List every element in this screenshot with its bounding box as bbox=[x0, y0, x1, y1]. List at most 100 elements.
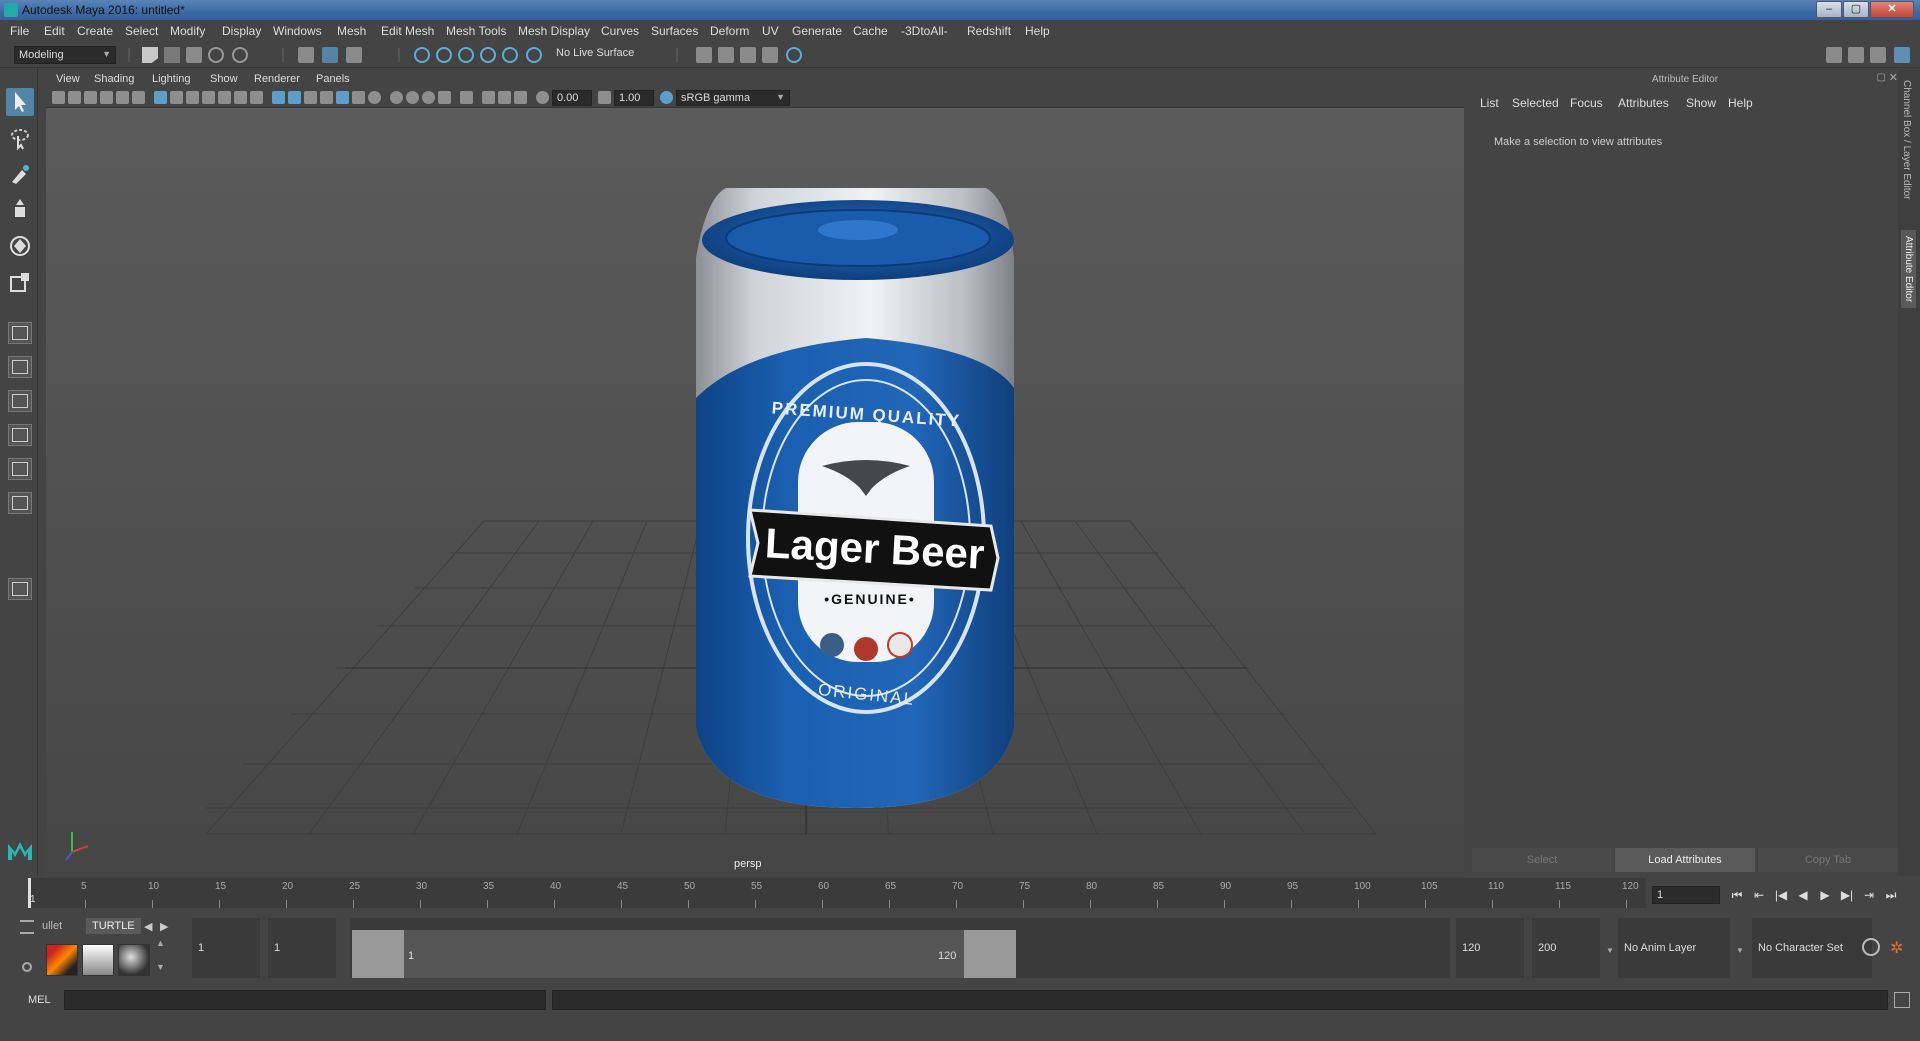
ipr-render-icon[interactable] bbox=[740, 47, 756, 63]
animation-end-field[interactable]: 200 bbox=[1532, 918, 1600, 978]
menu-deform[interactable]: Deform bbox=[710, 24, 749, 38]
snap-curve-icon[interactable] bbox=[436, 47, 452, 63]
collapse-layout-icon[interactable] bbox=[8, 578, 32, 600]
snap-grid-icon[interactable] bbox=[414, 47, 430, 63]
go-to-start-icon[interactable]: ⏮ bbox=[1728, 886, 1746, 904]
menu-cache[interactable]: Cache bbox=[853, 24, 888, 38]
render-view-icon[interactable] bbox=[696, 47, 712, 63]
menu-modify[interactable]: Modify bbox=[170, 24, 205, 38]
shelf-settings-icon[interactable] bbox=[22, 962, 32, 972]
move-tool-icon[interactable] bbox=[6, 196, 34, 224]
snap-plane-icon[interactable] bbox=[480, 47, 496, 63]
go-to-end-icon[interactable]: ⏭ bbox=[1882, 886, 1900, 904]
menu-redshift[interactable]: Redshift bbox=[967, 24, 1011, 38]
image-plane-icon[interactable] bbox=[100, 91, 113, 104]
wireframe-icon[interactable] bbox=[272, 91, 285, 104]
time-slider-track[interactable]: 1 5 10 15 20 25 30 35 40 45 50 55 60 65 … bbox=[28, 878, 1646, 908]
undo-icon[interactable] bbox=[208, 47, 224, 63]
command-input[interactable] bbox=[64, 990, 546, 1010]
menu-windows[interactable]: Windows bbox=[273, 24, 322, 38]
shelf-scroll-down-icon[interactable]: ▼ bbox=[156, 962, 165, 972]
menu-mesh[interactable]: Mesh bbox=[337, 24, 366, 38]
step-forward-key-icon[interactable]: ⇥ bbox=[1860, 886, 1878, 904]
copy-tab-button[interactable]: Copy Tab bbox=[1758, 848, 1898, 872]
gamma-icon[interactable] bbox=[598, 91, 611, 104]
xray-components-icon[interactable] bbox=[514, 91, 527, 104]
panel-float-icon[interactable]: ▢ bbox=[1877, 72, 1886, 83]
shelf-tab-turtle[interactable]: TURTLE bbox=[86, 918, 141, 934]
shelf-tab-prev-icon[interactable]: ◀ bbox=[144, 920, 152, 933]
range-slider-handle[interactable] bbox=[352, 930, 1016, 978]
field-chart-icon[interactable] bbox=[218, 91, 231, 104]
range-end-handle[interactable] bbox=[964, 930, 1016, 978]
resolution-gate-icon[interactable] bbox=[186, 91, 199, 104]
select-object-icon[interactable] bbox=[322, 47, 338, 63]
select-hierarchy-icon[interactable] bbox=[298, 47, 314, 63]
safe-action-icon[interactable] bbox=[234, 91, 247, 104]
minimize-button[interactable]: – bbox=[1816, 1, 1842, 18]
menu-create[interactable]: Create bbox=[77, 24, 113, 38]
shelf-scroll-up-icon[interactable]: ▲ bbox=[156, 938, 165, 948]
render-frame-icon[interactable] bbox=[718, 47, 734, 63]
menu-surfaces[interactable]: Surfaces bbox=[651, 24, 698, 38]
depth-of-field-icon[interactable] bbox=[438, 91, 451, 104]
menu-generate[interactable]: Generate bbox=[792, 24, 842, 38]
use-all-lights-icon[interactable] bbox=[352, 91, 365, 104]
current-frame-field[interactable]: 1 bbox=[1652, 886, 1720, 904]
persp-outliner-layout-icon[interactable] bbox=[8, 390, 32, 412]
safe-title-icon[interactable] bbox=[250, 91, 263, 104]
exposure-icon[interactable] bbox=[536, 91, 549, 104]
select-button[interactable]: Select bbox=[1472, 848, 1612, 872]
menu-help[interactable]: Help bbox=[1025, 24, 1050, 38]
menu-mesh-tools[interactable]: Mesh Tools bbox=[446, 24, 506, 38]
render-settings-icon[interactable] bbox=[762, 47, 778, 63]
tab-attribute-editor[interactable]: Attribute Editor bbox=[1901, 230, 1916, 309]
persp-hypershade-layout-icon[interactable] bbox=[8, 458, 32, 480]
vp-menu-panels[interactable]: Panels bbox=[316, 73, 350, 85]
shadows-icon[interactable] bbox=[368, 91, 381, 104]
hypershade-icon[interactable] bbox=[786, 47, 802, 63]
menu-file[interactable]: File bbox=[10, 24, 29, 38]
live-surface-label[interactable]: No Live Surface bbox=[556, 47, 634, 59]
isolate-select-icon[interactable] bbox=[460, 91, 473, 104]
ae-menu-list[interactable]: List bbox=[1480, 96, 1499, 110]
menu-curves[interactable]: Curves bbox=[601, 24, 639, 38]
playback-end-field[interactable]: 120 bbox=[1456, 918, 1524, 978]
workspace-icon[interactable] bbox=[1826, 47, 1842, 63]
view-transform-dropdown[interactable]: sRGB gamma ▼ bbox=[676, 90, 790, 106]
range-slider-bar[interactable]: 1 120 bbox=[350, 918, 1450, 978]
ae-menu-selected[interactable]: Selected bbox=[1512, 96, 1559, 110]
load-attributes-button[interactable]: Load Attributes bbox=[1615, 848, 1755, 872]
toggle-channel-box-icon[interactable] bbox=[1894, 47, 1910, 63]
turtle-baking-icon[interactable] bbox=[118, 944, 150, 976]
menu-mesh-display[interactable]: Mesh Display bbox=[518, 24, 590, 38]
vp-menu-view[interactable]: View bbox=[56, 73, 80, 85]
animation-start-field[interactable]: 1 bbox=[192, 918, 260, 978]
select-component-icon[interactable] bbox=[346, 47, 362, 63]
snap-center-icon[interactable] bbox=[526, 47, 542, 63]
gate-mask-icon[interactable] bbox=[202, 91, 215, 104]
animation-preferences-icon[interactable]: ✲ bbox=[1890, 938, 1908, 957]
grid-toggle-icon[interactable] bbox=[154, 91, 167, 104]
screen-space-ao-icon[interactable] bbox=[390, 91, 403, 104]
bookmark-icon[interactable] bbox=[84, 91, 97, 104]
textured-icon[interactable] bbox=[336, 91, 349, 104]
snap-surface-icon[interactable] bbox=[502, 47, 518, 63]
rotate-tool-icon[interactable] bbox=[6, 232, 34, 260]
scale-tool-icon[interactable] bbox=[6, 268, 34, 296]
ae-menu-show[interactable]: Show bbox=[1686, 96, 1716, 110]
menu-edit[interactable]: Edit bbox=[44, 24, 65, 38]
film-gate-icon[interactable] bbox=[170, 91, 183, 104]
auto-key-icon[interactable] bbox=[1862, 938, 1880, 956]
menu-select[interactable]: Select bbox=[125, 24, 158, 38]
toggle-tool-settings-icon[interactable] bbox=[1870, 47, 1886, 63]
color-management-icon[interactable] bbox=[660, 91, 673, 104]
shelf-menu-icon[interactable] bbox=[20, 920, 34, 934]
tab-channel-box-layer-editor[interactable]: Channel Box / Layer Editor bbox=[1901, 80, 1912, 200]
redo-icon[interactable] bbox=[232, 47, 248, 63]
paint-select-tool-icon[interactable] bbox=[6, 160, 34, 188]
persp-graph-layout-icon[interactable] bbox=[8, 424, 32, 446]
vp-menu-show[interactable]: Show bbox=[210, 73, 238, 85]
script-language-label[interactable]: MEL bbox=[28, 994, 51, 1006]
shelf-tab-next-icon[interactable]: ▶ bbox=[160, 920, 168, 933]
